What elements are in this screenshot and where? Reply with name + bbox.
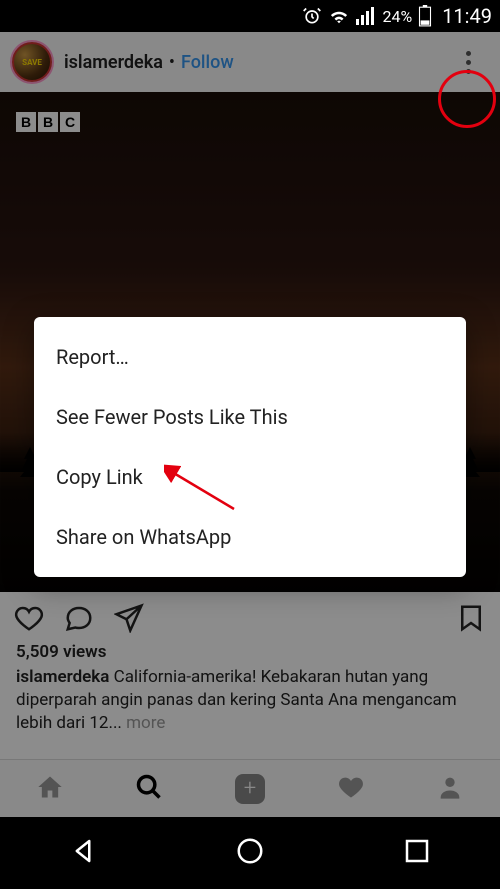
alarm-icon [302, 6, 322, 26]
bbc-letter: B [16, 112, 36, 132]
recent-apps-button[interactable] [402, 836, 432, 870]
post-header: SAVE islamerdeka • Follow [0, 32, 500, 92]
android-status-bar: 24% 11:49 [0, 0, 500, 32]
status-clock: 11:49 [442, 4, 492, 28]
bottom-nav: + [0, 759, 500, 817]
comment-button[interactable] [64, 603, 94, 637]
post-options-menu: Report… See Fewer Posts Like This Copy L… [34, 317, 466, 577]
bbc-logo: B B C [16, 112, 80, 132]
caption-username[interactable]: islamerdeka [16, 667, 109, 687]
kebab-icon [466, 51, 471, 74]
bbc-letter: B [38, 112, 58, 132]
share-button[interactable] [114, 603, 144, 637]
home-button[interactable] [235, 836, 265, 870]
menu-item-share-whatsapp[interactable]: Share on WhatsApp [34, 507, 466, 567]
save-button[interactable] [456, 603, 486, 637]
battery-percentage: 24% [382, 7, 412, 26]
add-post-tab[interactable]: + [235, 774, 265, 804]
battery-icon [418, 5, 432, 27]
follow-link[interactable]: Follow [181, 52, 234, 73]
caption-ellipsis: ... [108, 713, 126, 733]
back-button[interactable] [68, 836, 98, 870]
android-nav-bar [0, 817, 500, 889]
post-username[interactable]: islamerdeka [64, 52, 163, 73]
views-count[interactable]: 5,509 views [0, 642, 500, 662]
caption-more[interactable]: more [126, 713, 165, 733]
activity-tab[interactable] [337, 773, 365, 805]
menu-item-copy-link[interactable]: Copy Link [34, 447, 466, 507]
menu-item-report[interactable]: Report… [34, 327, 466, 387]
menu-item-see-fewer[interactable]: See Fewer Posts Like This [34, 387, 466, 447]
app-content: SAVE islamerdeka • Follow B B C [0, 32, 500, 817]
more-options-button[interactable] [448, 42, 488, 82]
post-action-bar [0, 592, 500, 642]
bbc-letter: C [60, 112, 80, 132]
wifi-icon [328, 7, 350, 25]
avatar[interactable]: SAVE [12, 42, 52, 82]
profile-tab[interactable] [436, 773, 464, 805]
separator-dot: • [169, 52, 175, 73]
like-button[interactable] [14, 603, 44, 637]
home-tab[interactable] [36, 773, 64, 805]
search-tab[interactable] [135, 773, 163, 805]
signal-icon [356, 7, 376, 25]
post-caption: islamerdeka California-amerika! Kebakara… [0, 662, 500, 735]
